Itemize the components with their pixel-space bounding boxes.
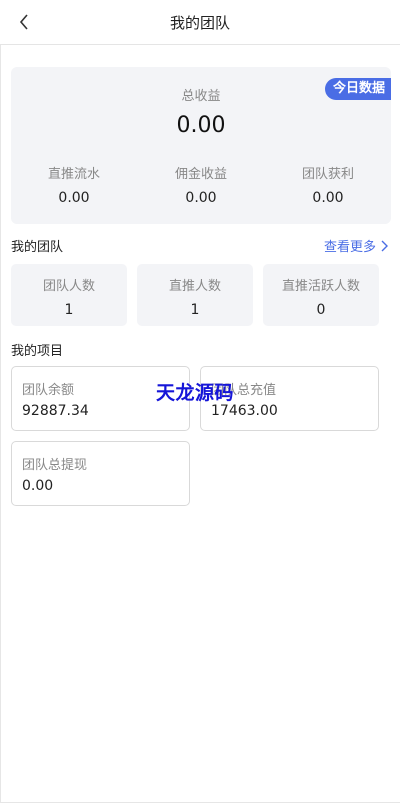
stat-team-profit: 团队获利 0.00 bbox=[265, 163, 391, 206]
stat-value: 0.00 bbox=[185, 190, 217, 206]
count-value: 1 bbox=[64, 302, 74, 318]
project-label: 团队总提现 bbox=[22, 458, 88, 473]
project-value: 0.00 bbox=[22, 478, 54, 494]
direct-count-box[interactable]: 直推人数 1 bbox=[137, 264, 253, 326]
stat-value: 0.00 bbox=[58, 190, 90, 206]
chevron-right-icon bbox=[381, 240, 388, 251]
team-count-box[interactable]: 团队人数 1 bbox=[11, 264, 127, 326]
earnings-summary-card: 今日数据 总收益 0.00 直推流水 0.00 佣金收益 0.00 团队获利 0… bbox=[11, 67, 391, 224]
project-value: 17463.00 bbox=[211, 403, 278, 419]
my-team-title: 我的团队 bbox=[11, 240, 64, 255]
direct-active-count-box[interactable]: 直推活跃人数 0 bbox=[263, 264, 379, 326]
stat-value: 0.00 bbox=[312, 190, 344, 206]
project-value: 92887.34 bbox=[22, 403, 89, 419]
total-earnings-value: 0.00 bbox=[176, 113, 226, 138]
stat-label: 直推流水 bbox=[47, 167, 100, 182]
stat-label: 佣金收益 bbox=[174, 167, 227, 182]
total-earnings-label: 总收益 bbox=[181, 89, 221, 104]
count-label: 直推活跃人数 bbox=[281, 279, 360, 294]
see-more-link[interactable]: 查看更多 bbox=[324, 236, 389, 255]
count-value: 1 bbox=[190, 302, 200, 318]
count-label: 直推人数 bbox=[168, 279, 221, 294]
my-projects-title: 我的项目 bbox=[11, 344, 64, 359]
count-label: 团队人数 bbox=[42, 279, 95, 294]
stat-commission: 佣金收益 0.00 bbox=[138, 163, 264, 206]
stat-direct-flow: 直推流水 0.00 bbox=[11, 163, 137, 206]
watermark-text: 天龙源码 bbox=[156, 382, 235, 404]
count-value: 0 bbox=[316, 302, 326, 318]
team-total-withdraw-box[interactable]: 团队总提现 0.00 bbox=[11, 441, 190, 506]
project-label: 团队余额 bbox=[22, 383, 75, 398]
page-title: 我的团队 bbox=[169, 14, 230, 32]
header-bar: 我的团队 bbox=[0, 0, 400, 45]
see-more-label: 查看更多 bbox=[323, 240, 376, 255]
stat-label: 团队获利 bbox=[301, 167, 354, 182]
